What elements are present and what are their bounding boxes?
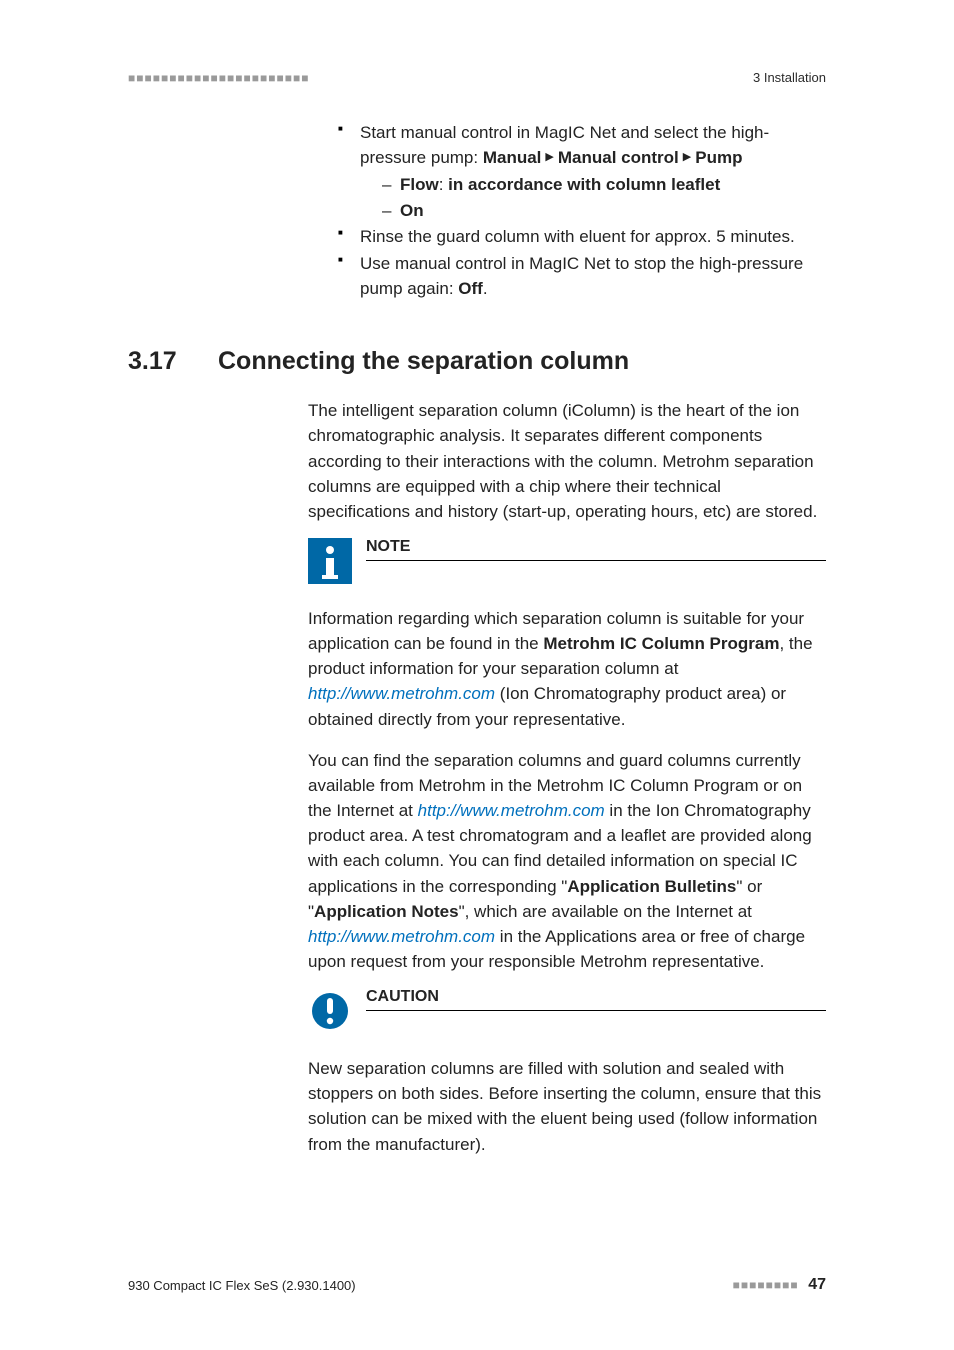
triangle-icon: ▶: [683, 150, 691, 166]
caution-title: CAUTION: [366, 988, 826, 1011]
bold-text: Metrohm IC Column Program: [543, 634, 779, 653]
text: Use manual control in MagIC Net to stop …: [360, 254, 803, 298]
note-callout: NOTE Information regarding which separat…: [308, 538, 826, 732]
header-chapter: 3 Installation: [753, 70, 826, 85]
bold-text: Application Notes: [314, 902, 459, 921]
paragraph: You can find the separation columns and …: [308, 748, 826, 974]
page-header: ■■■■■■■■■■■■■■■■■■■■■■ 3 Installation: [128, 70, 826, 85]
link[interactable]: http://www.metrohm.com: [308, 927, 495, 946]
bold-text: Application Bulletins: [567, 877, 736, 896]
bold-text: Manual control: [558, 148, 679, 167]
caution-callout: CAUTION New separation columns are fille…: [308, 988, 826, 1157]
section-number: 3.17: [128, 347, 218, 376]
intro-paragraph: The intelligent separation column (iColu…: [308, 398, 826, 524]
info-icon: [308, 538, 352, 584]
text: ", which are available on the Internet a…: [459, 902, 752, 921]
continuation-list: Start manual control in MagIC Net and se…: [338, 121, 826, 301]
link[interactable]: http://www.metrohm.com: [418, 801, 605, 820]
list-item: Use manual control in MagIC Net to stop …: [338, 252, 826, 301]
sub-list-item: On: [382, 198, 826, 224]
bold-text: Flow: [400, 175, 439, 194]
list-item: Start manual control in MagIC Net and se…: [338, 121, 826, 223]
bold-text: On: [400, 201, 424, 220]
footer-doc-id: 930 Compact IC Flex SeS (2.930.1400): [128, 1278, 356, 1293]
sub-list-item: Flow: in accordance with column leaflet: [382, 172, 826, 198]
bold-text: Pump: [695, 148, 742, 167]
page-footer: 930 Compact IC Flex SeS (2.930.1400) ■■■…: [128, 1276, 826, 1294]
header-dots: ■■■■■■■■■■■■■■■■■■■■■■: [128, 71, 309, 85]
caution-icon: [308, 988, 352, 1034]
link[interactable]: http://www.metrohm.com: [308, 684, 495, 703]
page-number: 47: [808, 1276, 826, 1293]
note-body: Information regarding which separation c…: [308, 606, 826, 732]
paragraph: The intelligent separation column (iColu…: [308, 398, 826, 524]
section-heading: 3.17 Connecting the separation column: [128, 347, 826, 376]
text: Rinse the guard column with eluent for a…: [360, 227, 795, 246]
bold-text: Off: [458, 279, 483, 298]
page: ■■■■■■■■■■■■■■■■■■■■■■ 3 Installation St…: [0, 0, 954, 1350]
note-title: NOTE: [366, 538, 826, 561]
text: :: [439, 175, 448, 194]
paragraph-block: You can find the separation columns and …: [308, 748, 826, 974]
list-item: Rinse the guard column with eluent for a…: [338, 225, 826, 250]
caution-body: New separation columns are filled with s…: [308, 1056, 826, 1157]
footer-dots: ■■■■■■■■: [733, 1278, 799, 1292]
triangle-icon: ▶: [545, 150, 553, 166]
bold-text: Manual: [483, 148, 542, 167]
section-title: Connecting the separation column: [218, 347, 629, 376]
text: .: [483, 279, 488, 298]
bold-text: in accordance with column leaflet: [448, 175, 720, 194]
